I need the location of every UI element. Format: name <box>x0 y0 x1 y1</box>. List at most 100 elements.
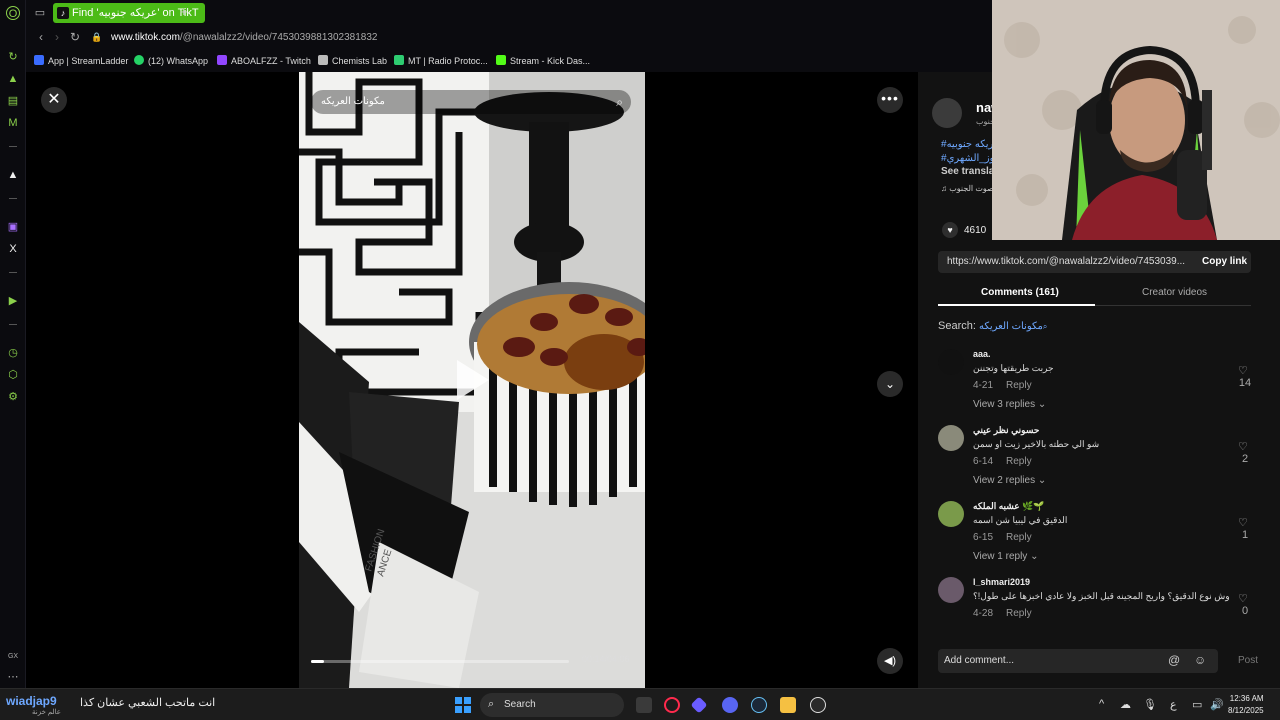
history-icon[interactable]: ↻ <box>6 50 20 64</box>
wallet-icon[interactable]: ▤ <box>6 94 20 108</box>
more-icon[interactable]: ⋯ <box>6 670 20 684</box>
player-icon[interactable]: ▶ <box>6 294 20 308</box>
like-count[interactable]: ♥ 4610 <box>942 222 986 238</box>
volume-icon[interactable]: ◀) <box>877 648 903 674</box>
microphone-icon[interactable]: 🎙 <box>1143 698 1157 711</box>
bookmark-streamladder[interactable]: App | StreamLadder <box>34 55 128 66</box>
language-indicator[interactable]: ع <box>1170 698 1177 711</box>
tab-comments[interactable]: Comments (161) <box>981 287 1059 298</box>
add-comment-field[interactable]: Add comment... @ ☺ <box>938 649 1218 673</box>
opera-gx-icon[interactable] <box>664 697 680 713</box>
tiktok-logo-icon: ♪ <box>57 7 69 19</box>
heart-icon[interactable]: ♡ <box>1238 364 1248 377</box>
search-keyword-link[interactable]: مكونات العريكه <box>979 321 1043 332</box>
steam-icon[interactable] <box>751 697 767 713</box>
bookmark-label: Chemists Lab <box>332 56 388 66</box>
bookmark-chemists-lab[interactable]: Chemists Lab <box>318 55 387 66</box>
sidebar-divider <box>9 146 17 147</box>
video-player[interactable]: FASHION ANCE مكونات العريكه ⌕ 00:14/04:0… <box>299 72 645 688</box>
whatsapp-icon <box>134 55 144 65</box>
reply-button[interactable]: Reply <box>1006 380 1032 391</box>
file-explorer-icon[interactable] <box>780 697 796 713</box>
search-icon[interactable]: ⌕ <box>616 90 623 114</box>
bookmark-radio[interactable]: MT | Radio Protoc... <box>394 55 488 66</box>
next-video-button[interactable]: ⌄ <box>877 371 903 397</box>
avatar[interactable] <box>938 577 964 603</box>
bookmark-label: Stream - Kick Das... <box>510 56 591 66</box>
reply-button[interactable]: Reply <box>1006 608 1032 619</box>
discord-icon[interactable] <box>722 697 738 713</box>
heart-icon[interactable]: ♡ <box>1238 592 1248 605</box>
close-button[interactable]: ✕ <box>41 87 67 113</box>
taskbar-search-label: Search <box>504 699 536 710</box>
x-icon[interactable]: X <box>6 242 20 256</box>
avatar[interactable] <box>938 349 964 375</box>
bookmark-twitch[interactable]: ABOALFZZ - Twitch <box>217 55 311 66</box>
forward-icon[interactable]: › <box>50 30 64 44</box>
settings-icon[interactable]: ⚙ <box>6 390 20 404</box>
flow-icon[interactable]: ▲ <box>6 72 20 86</box>
play-icon[interactable] <box>457 360 489 400</box>
video-time: 00:14/04:06 <box>582 654 630 664</box>
comment-username[interactable]: حسوني نظر عيني <box>973 425 1039 436</box>
tab-creator-videos[interactable]: Creator videos <box>1142 287 1207 298</box>
author-avatar[interactable] <box>932 98 962 128</box>
reload-icon[interactable]: ↻ <box>68 30 82 44</box>
network-icon[interactable]: ▭ <box>1192 698 1202 711</box>
url-path: /@nawalalzz2/video/7453039881302381832 <box>179 32 378 43</box>
heart-icon[interactable]: ♡ <box>1238 440 1248 453</box>
emoji-icon[interactable]: ☺ <box>1194 653 1206 667</box>
url-field[interactable]: www.tiktok.com/@nawalalzz2/video/7453039… <box>111 32 377 43</box>
extensions-icon[interactable]: ⬡ <box>6 368 20 382</box>
music-link[interactable]: ♫ صوت الجنوب <box>941 184 994 193</box>
m-icon[interactable]: M <box>6 116 20 130</box>
share-link-text[interactable]: https://www.tiktok.com/@nawalalzz2/video… <box>947 256 1187 267</box>
bookmarks-bar: App | StreamLadder (12) WhatsApp ABOALFZ… <box>26 50 992 72</box>
clock-icon[interactable]: ◷ <box>6 346 20 360</box>
view-replies-button[interactable]: View 3 replies ⌄ <box>973 399 1046 410</box>
heart-icon[interactable]: ♡ <box>1238 516 1248 529</box>
bookmark-label: App | StreamLadder <box>48 56 129 66</box>
avatar[interactable] <box>938 501 964 527</box>
volume-icon[interactable]: 🔊 <box>1210 698 1224 711</box>
bookmark-kick[interactable]: Stream - Kick Das... <box>496 55 590 66</box>
twitch-icon[interactable]: ▣ <box>6 220 20 234</box>
reply-button[interactable]: Reply <box>1006 456 1032 467</box>
taskbar-clock[interactable]: 12:36 AM 8/12/2025 <box>1228 693 1264 717</box>
more-options-button[interactable]: ••• <box>877 87 903 113</box>
opera-gx-logo-icon[interactable]: O <box>6 6 20 20</box>
chevron-up-icon[interactable]: ^ <box>1099 698 1104 710</box>
post-button[interactable]: Post <box>1238 655 1258 666</box>
comment-username[interactable]: عشبه الملكه 🌿🌱 <box>973 501 1045 512</box>
copy-link-button[interactable]: Copy link <box>1202 256 1247 267</box>
comment-like-count: 0 <box>1241 605 1249 617</box>
comment-username[interactable]: aaa. <box>973 349 991 359</box>
bookmark-whatsapp[interactable]: (12) WhatsApp <box>134 55 208 66</box>
cloud-icon[interactable]: ☁ <box>1120 698 1131 711</box>
comment-item: l_shmari2019 وش نوع الدقيق؟ واريح المجين… <box>938 577 1253 627</box>
reply-button[interactable]: Reply <box>1006 532 1032 543</box>
see-translation-link[interactable]: See transla <box>941 166 994 177</box>
tab-menu-icon[interactable]: ▭ <box>32 5 48 21</box>
new-tab-button[interactable]: + <box>180 4 188 19</box>
browser-sidebar: O ↻ ▲ ▤ M ▲ ▣ X ▶ ◷ ⬡ ⚙ GX ⋯ <box>0 0 26 688</box>
comment-text: جربت طريقتها وتجننن <box>973 363 1054 373</box>
app-diamond-icon[interactable] <box>690 696 708 714</box>
webcam-overlay <box>992 0 1280 240</box>
back-icon[interactable]: ‹ <box>34 30 48 44</box>
task-view-icon[interactable] <box>636 697 652 713</box>
share-link-box: https://www.tiktok.com/@nawalalzz2/video… <box>938 251 1251 273</box>
taskbar-search[interactable]: ⌕ Search <box>480 693 624 717</box>
windows-start-icon[interactable] <box>455 697 471 713</box>
video-progress-bar[interactable] <box>311 660 569 663</box>
view-replies-button[interactable]: View 2 replies ⌄ <box>973 475 1046 486</box>
comment-username[interactable]: l_shmari2019 <box>973 577 1030 587</box>
view-replies-button[interactable]: View 1 reply ⌄ <box>973 551 1038 562</box>
active-tab-indicator <box>938 304 1095 306</box>
avatar[interactable] <box>938 425 964 451</box>
pinboard-icon[interactable]: ▲ <box>6 168 20 182</box>
heart-icon[interactable]: ♥ <box>942 222 958 238</box>
mention-icon[interactable]: @ <box>1168 653 1180 667</box>
video-search-field[interactable]: مكونات العريكه ⌕ <box>311 90 631 114</box>
obs-icon[interactable] <box>810 697 826 713</box>
